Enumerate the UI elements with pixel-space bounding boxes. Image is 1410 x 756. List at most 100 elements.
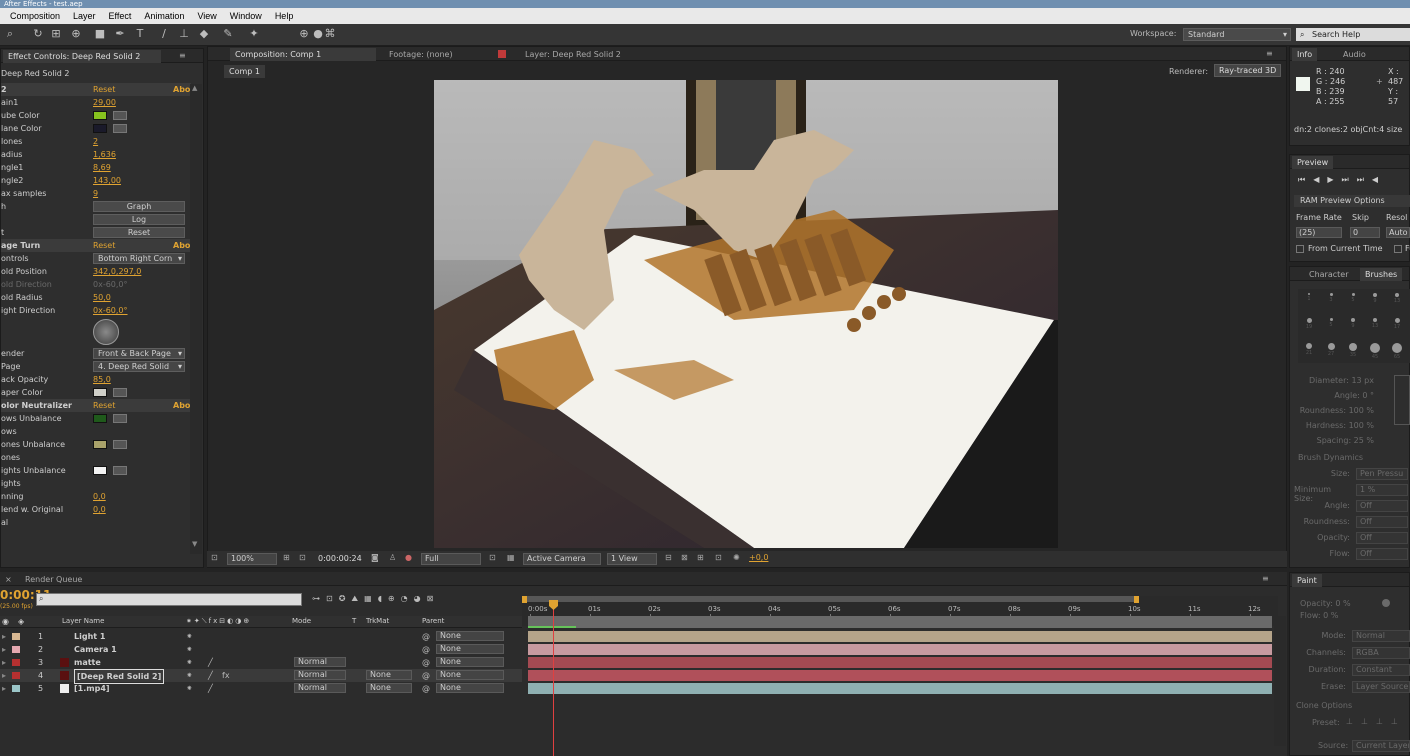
first-frame-icon[interactable]: ⏮ <box>1298 175 1313 184</box>
composition-viewport[interactable] <box>434 80 1058 548</box>
effect-property-value[interactable]: 342,0,297,0 <box>93 265 141 278</box>
effect-button[interactable]: Graph <box>93 201 185 212</box>
preview-resolution-select[interactable]: Auto <box>1386 227 1410 238</box>
tab-layer[interactable]: Layer: Deep Red Solid 2 <box>520 48 650 61</box>
comp-mini-flowchart-icon[interactable]: ⊶ <box>312 594 326 603</box>
brush-dynamics-select[interactable]: 1 % <box>1356 484 1408 496</box>
effect-about-link[interactable]: Abo <box>173 83 190 96</box>
play-icon[interactable]: ▶ <box>1327 175 1341 184</box>
effect-property-value[interactable]: 0,0 <box>93 490 106 503</box>
layer-duration-bar[interactable] <box>528 657 1272 668</box>
type-tool-icon[interactable]: T <box>134 28 146 40</box>
effect-dropdown[interactable]: 4. Deep Red Solid <box>93 361 185 372</box>
brush-property[interactable]: Spacing: 25 % <box>1294 433 1374 448</box>
axis-mode-icon[interactable]: ⊕ <box>298 28 310 40</box>
brush-property[interactable]: Diameter: 13 px <box>1294 373 1374 388</box>
renderer-select[interactable]: Ray-traced 3D <box>1214 64 1282 77</box>
panel-menu-icon[interactable]: ≡ <box>1262 574 1269 583</box>
effect-property-value[interactable]: 1,636 <box>93 148 116 161</box>
effect-controls-scrollbar[interactable]: ▲ ▼ <box>190 84 202 554</box>
comp-flowchart-icon[interactable]: ⊡ <box>715 553 722 562</box>
color-swatch[interactable] <box>93 388 107 397</box>
layer-duration-bar[interactable] <box>528 683 1272 694</box>
puppet-tool-icon[interactable]: ✦ <box>248 28 260 40</box>
pan-behind-tool-icon[interactable]: ⊕ <box>70 28 82 40</box>
panel-menu-icon[interactable]: ≡ <box>1266 49 1273 58</box>
brush-property[interactable]: Angle: 0 ° <box>1294 388 1374 403</box>
eyedropper-icon[interactable] <box>113 466 127 475</box>
live-update-icon[interactable]: ◕ <box>414 594 427 603</box>
work-area-start-handle[interactable] <box>522 596 527 603</box>
rectangle-tool-icon[interactable]: ■ <box>94 28 106 40</box>
tab-render-queue[interactable]: Render Queue <box>20 573 87 586</box>
exposure-value[interactable]: +0,0 <box>749 553 768 562</box>
effect-reset-link[interactable]: Reset <box>93 83 115 96</box>
fast-previews-icon[interactable]: ⊠ <box>681 553 688 562</box>
eyedropper-icon[interactable] <box>113 440 127 449</box>
region-of-interest-icon[interactable]: ⊡ <box>489 553 496 562</box>
tab-composition[interactable]: Composition: Comp 1 <box>230 48 376 61</box>
work-area-bar[interactable] <box>526 596 1136 602</box>
effect-property-value[interactable]: 0,0 <box>93 503 106 516</box>
effect-button[interactable]: Log <box>93 214 185 225</box>
col-t[interactable]: T <box>352 617 356 625</box>
timeline-search-input[interactable]: ⌕ <box>36 593 302 606</box>
layer-duration-bar[interactable] <box>528 670 1272 681</box>
timeline-scrub-area[interactable] <box>528 616 1272 628</box>
timeline-scrollbar[interactable] <box>1274 616 1286 746</box>
brush-tip[interactable]: 45 <box>1364 339 1386 363</box>
brush-property[interactable]: Roundness: 100 % <box>1294 403 1374 418</box>
auto-keyframe-icon[interactable]: ◔ <box>401 594 414 603</box>
magnify-tool-icon[interactable]: ⌕ <box>4 28 16 40</box>
brush-dynamics-select[interactable]: Off <box>1356 500 1408 512</box>
effect-property-value[interactable]: 29,00 <box>93 96 116 109</box>
prev-frame-icon[interactable]: ◀ <box>1313 175 1327 184</box>
roto-brush-tool-icon[interactable]: ✎ <box>222 28 234 40</box>
panel-menu-icon[interactable]: ≡ <box>179 51 186 60</box>
draft-3d-icon[interactable]: ⊡ <box>326 594 339 603</box>
brush-tip[interactable]: 3 <box>1320 289 1342 313</box>
view-axis-icon[interactable]: ⌘ <box>324 28 336 40</box>
effect-dropdown[interactable]: Front & Back Page <box>93 348 185 359</box>
color-swatch[interactable] <box>93 440 107 449</box>
world-axis-icon[interactable]: ● <box>312 28 324 40</box>
channels-icon[interactable]: ● <box>405 553 412 562</box>
audio-icon[interactable]: ◀ <box>1372 175 1386 184</box>
reset-exposure-icon[interactable]: ✺ <box>733 553 740 562</box>
show-snapshot-icon[interactable]: ♙ <box>389 553 396 562</box>
skip-select[interactable]: 0 <box>1350 227 1380 238</box>
brush-tool-icon[interactable]: ∕ <box>158 28 170 40</box>
menu-window[interactable]: Window <box>230 8 262 24</box>
effect-about-link[interactable]: Abo <box>173 239 190 252</box>
current-time-display[interactable]: 0:00:00:24 <box>315 553 365 565</box>
brush-tip[interactable]: 65 <box>1386 339 1408 363</box>
menu-view[interactable]: View <box>197 8 216 24</box>
graph-editor-icon[interactable]: ⊕ <box>388 594 401 603</box>
effect-property-value[interactable]: 143,00 <box>93 174 121 187</box>
menu-layer[interactable]: Layer <box>73 8 96 24</box>
search-help-input[interactable]: ⌕ Search Help <box>1296 28 1410 41</box>
work-area-end-handle[interactable] <box>1134 596 1139 603</box>
tab-effect-controls[interactable]: Effect Controls: Deep Red Solid 2 <box>3 50 161 63</box>
brush-tip[interactable]: 9 <box>1364 289 1386 313</box>
color-swatch[interactable] <box>93 124 107 133</box>
tab-footage[interactable]: Footage: (none) <box>384 48 484 61</box>
effect-property-value[interactable]: 9 <box>93 187 98 200</box>
brainstorm-icon[interactable]: ◖ <box>378 594 388 603</box>
brush-tip[interactable]: 19 <box>1298 314 1320 338</box>
timeline-nav-icon[interactable]: ⊠ <box>427 594 440 603</box>
pen-tool-icon[interactable]: ✒ <box>114 28 126 40</box>
brush-dynamics-select[interactable]: Off <box>1356 516 1408 528</box>
effect-about-link[interactable]: Abo <box>173 399 190 412</box>
paint-option-select[interactable]: Normal <box>1352 630 1410 642</box>
brush-tip[interactable]: 1 <box>1298 289 1320 313</box>
menu-effect[interactable]: Effect <box>109 8 132 24</box>
hide-shy-icon[interactable]: ✪ <box>339 594 352 603</box>
effect-property-value[interactable]: 2 <box>93 135 98 148</box>
tab-audio[interactable]: Audio <box>1338 48 1371 61</box>
eyedropper-icon[interactable] <box>113 414 127 423</box>
scroll-down-icon[interactable]: ▼ <box>192 540 200 548</box>
snapshot-icon[interactable]: ◙ <box>371 553 379 562</box>
effect-property-value[interactable]: 50,0 <box>93 291 111 304</box>
eyedropper-icon[interactable] <box>113 111 127 120</box>
